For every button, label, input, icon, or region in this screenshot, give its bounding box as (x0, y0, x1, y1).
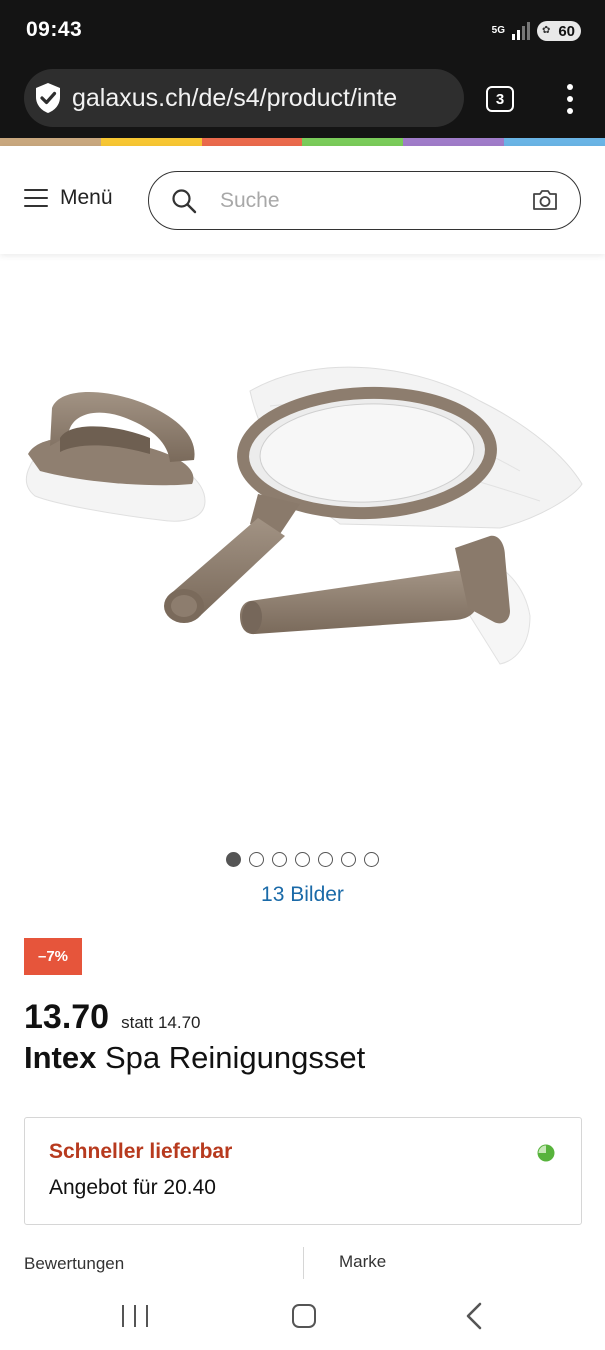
browser-menu-icon[interactable] (558, 82, 582, 116)
carousel-dot[interactable] (226, 852, 241, 867)
carousel-dot[interactable] (318, 852, 333, 867)
url-text[interactable]: galaxus.ch/de/s4/product/inte (72, 84, 397, 113)
offer-card[interactable]: Schneller lieferbar Angebot für 20.40 (24, 1117, 582, 1225)
stock-status-icon (537, 1144, 555, 1162)
product-image[interactable] (0, 256, 605, 836)
battery-level: 60 (558, 22, 575, 40)
stripe-segment (0, 138, 101, 146)
discount-badge: –7% (24, 938, 82, 975)
carousel-dots (0, 852, 605, 868)
search-icon[interactable] (171, 188, 197, 214)
tab-switcher-button[interactable]: 3 (486, 86, 514, 112)
browser-toolbar: galaxus.ch/de/s4/product/inte 3 (0, 62, 605, 138)
product-title: Intex Spa Reinigungsset (24, 1040, 365, 1076)
status-icons: 5G ✿ 60 (492, 19, 581, 43)
back-icon[interactable] (463, 1302, 485, 1330)
carousel-dot[interactable] (364, 852, 379, 867)
status-bar: 09:43 5G ✿ 60 (0, 0, 605, 62)
old-price: statt 14.70 (121, 1013, 201, 1032)
menu-label[interactable]: Menü (60, 186, 113, 210)
signal-icon (512, 22, 530, 40)
5g-icon: 5G (491, 25, 505, 36)
stripe-segment (302, 138, 404, 146)
site-header: Menü (0, 146, 605, 254)
info-tabs: Bewertungen Marke (0, 1245, 605, 1279)
tab-brand[interactable]: Marke (339, 1252, 386, 1272)
stripe-segment (100, 138, 202, 146)
tab-ratings[interactable]: Bewertungen (24, 1254, 124, 1274)
battery-icon: ✿ 60 (537, 21, 581, 41)
carousel-dot[interactable] (341, 852, 356, 867)
search-box[interactable] (148, 171, 581, 230)
home-icon[interactable] (292, 1304, 316, 1328)
stripe-segment (201, 138, 303, 146)
recent-apps-icon[interactable] (122, 1305, 148, 1327)
price-row: 13.70 statt 14.70 (24, 998, 200, 1037)
address-bar[interactable]: galaxus.ch/de/s4/product/inte (24, 69, 464, 127)
image-count-link[interactable]: 13 Bilder (0, 883, 605, 907)
carousel-dot[interactable] (272, 852, 287, 867)
product-brand[interactable]: Intex (24, 1040, 96, 1075)
system-nav-bar (0, 1282, 605, 1350)
tab-divider (303, 1247, 304, 1279)
stripe-segment (403, 138, 505, 146)
offer-subtitle[interactable]: Angebot für 20.40 (49, 1176, 216, 1200)
offer-title[interactable]: Schneller lieferbar (49, 1140, 232, 1164)
shield-check-icon[interactable] (34, 82, 62, 114)
carousel-dot[interactable] (249, 852, 264, 867)
carousel-dot[interactable] (295, 852, 310, 867)
search-input[interactable] (220, 188, 500, 213)
menu-button[interactable]: Menü (24, 186, 113, 210)
product-name: Spa Reinigungsset (96, 1040, 366, 1075)
camera-icon[interactable] (532, 188, 558, 212)
hamburger-icon[interactable] (24, 189, 48, 207)
brand-color-stripe (0, 138, 605, 146)
product-price: 13.70 (24, 998, 110, 1036)
battery-saver-icon: ✿ (542, 25, 551, 36)
stripe-segment (504, 138, 605, 146)
product-photo[interactable] (0, 256, 605, 836)
status-time: 09:43 (26, 18, 83, 41)
